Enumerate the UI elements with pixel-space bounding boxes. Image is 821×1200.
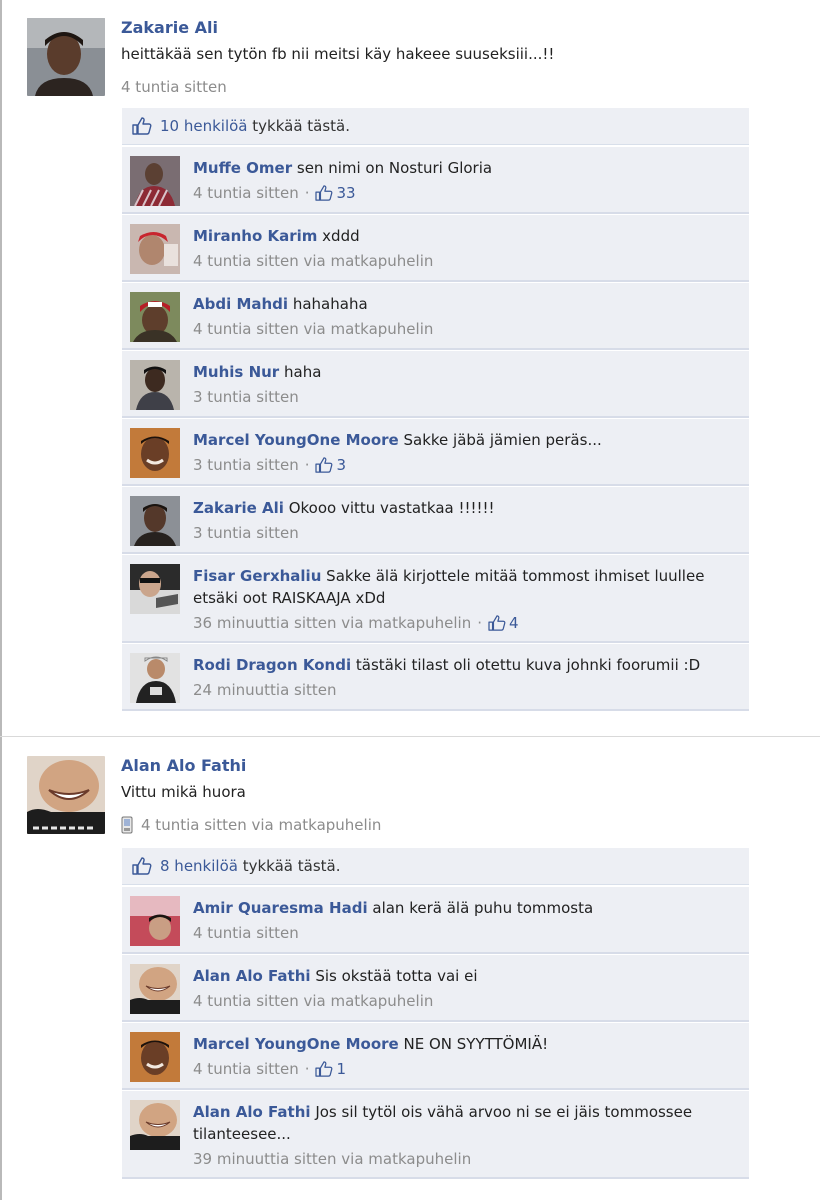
comment-text: Sakke jäbä jämien peräs... — [403, 431, 602, 449]
comment-like-count[interactable]: 3 — [315, 454, 346, 476]
like-thumb-icon — [132, 116, 152, 136]
comment-author[interactable]: Amir Quaresma Hadi — [193, 899, 368, 917]
comment-text: hahahaha — [292, 295, 368, 313]
comment: Alan Alo Fathi Sis okstää totta vai ei 4… — [122, 955, 749, 1022]
comment-text: tästäki tilast oli otettu kuva johnki fo… — [355, 656, 701, 674]
comment: Zakarie Ali Okooo vittu vastatkaa !!!!!!… — [122, 487, 749, 554]
comment-timestamp[interactable]: 4 tuntia sitten — [193, 182, 299, 204]
likes-summary: 8 henkilöä tykkää tästä. — [122, 848, 749, 885]
comment-avatar[interactable] — [130, 964, 180, 1014]
comment-text: NE ON SYYTTÖMIÄ! — [403, 1035, 549, 1053]
comment-author[interactable]: Muffe Omer — [193, 159, 292, 177]
comment-timestamp[interactable]: 4 tuntia sitten via matkapuhelin — [193, 990, 433, 1012]
comment-avatar[interactable] — [130, 564, 180, 614]
comment-author[interactable]: Rodi Dragon Kondi — [193, 656, 351, 674]
comment-author[interactable]: Alan Alo Fathi — [193, 1103, 311, 1121]
post-timestamp-text[interactable]: 4 tuntia sitten — [121, 78, 227, 96]
comment-author[interactable]: Muhis Nur — [193, 363, 279, 381]
comment-avatar[interactable] — [130, 653, 180, 703]
comment-like-count[interactable]: 33 — [315, 182, 356, 204]
comment-like-count[interactable]: 4 — [488, 612, 519, 634]
comment-timestamp[interactable]: 4 tuntia sitten via matkapuhelin — [193, 318, 433, 340]
post-timestamp[interactable]: 4 tuntia sitten via matkapuhelin — [121, 816, 381, 834]
meta-separator: · — [304, 184, 310, 202]
story-post: Zakarie Ali heittäkää sen tytön fb nii m… — [27, 18, 819, 718]
comment-text: xddd — [322, 227, 360, 245]
comment-timestamp[interactable]: 3 tuntia sitten — [193, 386, 299, 408]
comment-timestamp[interactable]: 24 minuuttia sitten — [193, 679, 337, 701]
post-author[interactable]: Alan Alo Fathi — [121, 756, 246, 775]
comment-avatar[interactable] — [130, 428, 180, 478]
post-text: Vittu mikä huora — [121, 783, 246, 801]
comment: Abdi Mahdi hahahaha 4 tuntia sitten via … — [122, 283, 749, 350]
comment-author[interactable]: Miranho Karim — [193, 227, 317, 245]
comment-like-number[interactable]: 4 — [509, 612, 519, 634]
comment-avatar[interactable] — [130, 1032, 180, 1082]
like-thumb-icon — [315, 1061, 333, 1077]
comment-author[interactable]: Marcel YoungOne Moore — [193, 431, 399, 449]
comment-like-count[interactable]: 1 — [315, 1058, 346, 1080]
comment-avatar[interactable] — [130, 224, 180, 274]
comment-text: Sis okstää totta vai ei — [315, 967, 478, 985]
comment: Alan Alo Fathi Jos sil tytöl ois vähä ar… — [122, 1091, 749, 1179]
like-thumb-icon — [132, 856, 152, 876]
comment-author[interactable]: Fisar Gerxhaliu — [193, 567, 321, 585]
avatar[interactable] — [27, 18, 105, 96]
likes-text: tykkää tästä. — [247, 117, 351, 135]
comment-timestamp[interactable]: 3 tuntia sitten — [193, 522, 299, 544]
comment-timestamp[interactable]: 4 tuntia sitten via matkapuhelin — [193, 250, 433, 272]
post-timestamp-text[interactable]: 4 tuntia sitten via matkapuhelin — [141, 816, 381, 834]
comment: Muhis Nur haha 3 tuntia sitten — [122, 351, 749, 418]
comment: Marcel YoungOne Moore Sakke jäbä jämien … — [122, 419, 749, 486]
likes-count-link[interactable]: 8 henkilöä — [160, 857, 238, 875]
comment-like-number[interactable]: 1 — [336, 1058, 346, 1080]
meta-separator: · — [304, 456, 310, 474]
comment: Fisar Gerxhaliu Sakke älä kirjottele mit… — [122, 555, 749, 643]
likes-count-link[interactable]: 10 henkilöä — [160, 117, 248, 135]
like-thumb-icon — [315, 457, 333, 473]
comment-text: Okooo vittu vastatkaa !!!!!! — [288, 499, 495, 517]
comment-timestamp[interactable]: 3 tuntia sitten — [193, 454, 299, 476]
comment-author[interactable]: Marcel YoungOne Moore — [193, 1035, 399, 1053]
comment-like-number[interactable]: 3 — [336, 454, 346, 476]
comment: Marcel YoungOne Moore NE ON SYYTTÖMIÄ! 4… — [122, 1023, 749, 1090]
comment-avatar[interactable] — [130, 1100, 180, 1150]
comment-timestamp[interactable]: 36 minuuttia sitten via matkapuhelin — [193, 612, 471, 634]
post-author[interactable]: Zakarie Ali — [121, 18, 218, 37]
comment-text: alan kerä älä puhu tommosta — [372, 899, 594, 917]
comment-author[interactable]: Alan Alo Fathi — [193, 967, 311, 985]
comment: Rodi Dragon Kondi tästäki tilast oli ote… — [122, 644, 749, 711]
meta-separator: · — [304, 1060, 310, 1078]
comment-like-number[interactable]: 33 — [336, 182, 355, 204]
comment-timestamp[interactable]: 4 tuntia sitten — [193, 1058, 299, 1080]
post-text: heittäkää sen tytön fb nii meitsi käy ha… — [121, 45, 555, 63]
page-left-border — [0, 0, 2, 1200]
post-timestamp[interactable]: 4 tuntia sitten — [121, 78, 227, 96]
story-divider — [0, 736, 820, 737]
comment-text: sen nimi on Nosturi Gloria — [296, 159, 493, 177]
comment-timestamp[interactable]: 39 minuuttia sitten via matkapuhelin — [193, 1148, 471, 1170]
like-thumb-icon — [315, 185, 333, 201]
comment-avatar[interactable] — [130, 496, 180, 546]
comment: Miranho Karim xddd 4 tuntia sitten via m… — [122, 215, 749, 282]
avatar[interactable] — [27, 756, 105, 834]
like-thumb-icon — [488, 615, 506, 631]
comment: Muffe Omer sen nimi on Nosturi Gloria 4 … — [122, 147, 749, 214]
likes-text: tykkää tästä. — [237, 857, 341, 875]
likes-summary: 10 henkilöä tykkää tästä. — [122, 108, 749, 145]
story-post: Alan Alo Fathi Vittu mikä huora 4 tuntia… — [27, 756, 819, 1186]
comment-avatar[interactable] — [130, 156, 180, 206]
comment: Amir Quaresma Hadi alan kerä älä puhu to… — [122, 887, 749, 954]
mobile-phone-icon — [121, 816, 133, 834]
comment-avatar[interactable] — [130, 360, 180, 410]
comment-text: haha — [284, 363, 322, 381]
comment-author[interactable]: Abdi Mahdi — [193, 295, 288, 313]
meta-separator: · — [477, 614, 482, 632]
comment-avatar[interactable] — [130, 896, 180, 946]
comment-author[interactable]: Zakarie Ali — [193, 499, 284, 517]
comment-timestamp[interactable]: 4 tuntia sitten — [193, 922, 299, 944]
comment-avatar[interactable] — [130, 292, 180, 342]
